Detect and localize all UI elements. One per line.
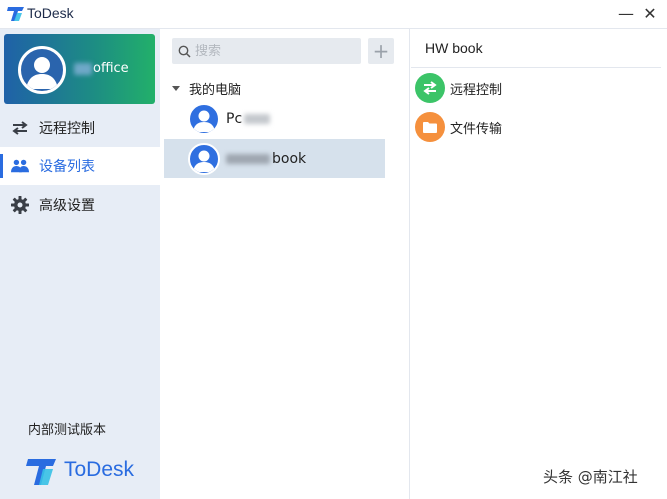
user-avatar-icon bbox=[193, 110, 215, 132]
search-box[interactable] bbox=[172, 38, 361, 64]
title-bar: ToDesk — ✕ bbox=[0, 0, 667, 29]
sidebar: office 远程控制 设备列表 高级设置 内部测试版本 ToDesk bbox=[0, 29, 160, 499]
sidebar-item-remote-control[interactable]: 远程控制 bbox=[0, 109, 160, 147]
file-transfer-button[interactable]: 文件传输 bbox=[415, 111, 502, 143]
device-detail-panel: HW book 远程控制 文件传输 bbox=[411, 29, 667, 499]
sidebar-item-label: 远程控制 bbox=[39, 121, 95, 137]
device-name: book bbox=[272, 150, 307, 167]
action-label: 远程控制 bbox=[450, 82, 503, 98]
device-detail-title: HW book bbox=[411, 29, 661, 68]
gear-icon bbox=[11, 196, 29, 214]
avatar bbox=[188, 142, 220, 175]
users-icon bbox=[11, 157, 29, 175]
device-group-label: 我的电脑 bbox=[189, 82, 242, 98]
brand-name: ToDesk bbox=[64, 458, 135, 481]
avatar bbox=[188, 102, 220, 135]
remote-control-button[interactable]: 远程控制 bbox=[415, 72, 502, 104]
sidebar-item-advanced-settings[interactable]: 高级设置 bbox=[0, 186, 160, 224]
watermark: 头条 @南江社 bbox=[543, 468, 638, 486]
sidebar-item-label: 高级设置 bbox=[39, 198, 95, 214]
version-label: 内部测试版本 bbox=[28, 423, 107, 438]
redacted-text bbox=[244, 113, 271, 124]
device-name: Pc bbox=[226, 110, 243, 127]
add-device-button[interactable]: + bbox=[368, 38, 394, 64]
close-button[interactable]: ✕ bbox=[640, 4, 660, 24]
device-group-header[interactable]: 我的电脑 bbox=[172, 78, 241, 98]
caret-down-icon bbox=[172, 85, 180, 91]
transfer-arrows-icon bbox=[11, 119, 29, 137]
profile-name: office bbox=[74, 61, 129, 76]
redacted-text bbox=[226, 153, 270, 164]
sidebar-item-label: 设备列表 bbox=[39, 159, 95, 175]
transfer-arrows-icon bbox=[415, 73, 445, 103]
user-avatar-icon bbox=[193, 150, 215, 172]
search-icon bbox=[178, 45, 191, 58]
window-title: ToDesk bbox=[27, 5, 74, 21]
device-item-pc[interactable]: Pc bbox=[164, 99, 385, 138]
device-list-panel: + 我的电脑 Pc book bbox=[160, 29, 410, 499]
folder-icon bbox=[415, 112, 445, 142]
todesk-logo-icon bbox=[26, 459, 56, 485]
plus-icon: + bbox=[372, 39, 390, 63]
user-avatar-icon bbox=[26, 57, 58, 89]
sidebar-item-device-list[interactable]: 设备列表 bbox=[0, 147, 160, 185]
action-label: 文件传输 bbox=[450, 121, 503, 137]
device-item-book[interactable]: book bbox=[164, 139, 385, 178]
minimize-button[interactable]: — bbox=[616, 4, 636, 24]
profile-card[interactable]: office bbox=[4, 34, 155, 104]
avatar bbox=[18, 46, 66, 94]
todesk-logo-icon bbox=[7, 7, 24, 21]
search-input[interactable] bbox=[195, 43, 345, 59]
